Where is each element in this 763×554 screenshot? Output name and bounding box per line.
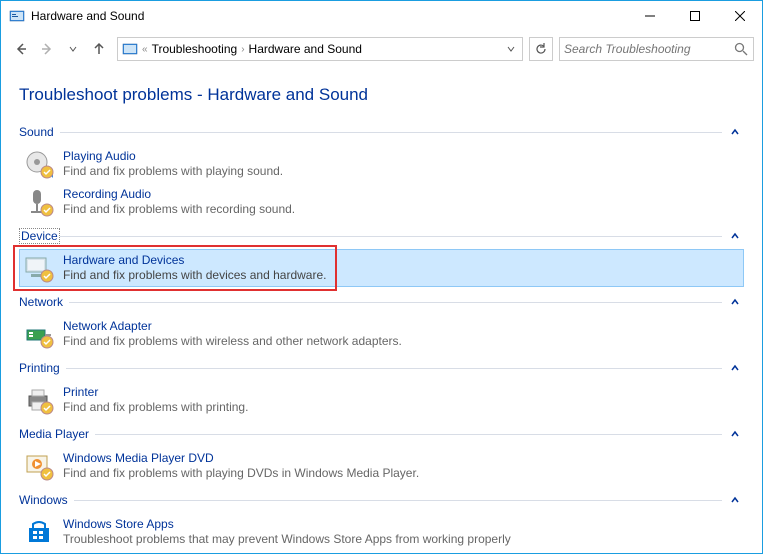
divider — [95, 434, 722, 435]
breadcrumb-item[interactable]: Troubleshooting — [148, 42, 242, 56]
item-desc: Troubleshoot problems that may prevent W… — [63, 532, 511, 547]
section-label: Sound — [19, 125, 60, 139]
window-title: Hardware and Sound — [31, 9, 144, 23]
item-icon — [23, 318, 55, 350]
section-header[interactable]: Windows — [19, 491, 744, 509]
section-header[interactable]: Sound — [19, 123, 744, 141]
section-label: Media Player — [19, 427, 95, 441]
section: Media Player Windows Media Player DVDFind… — [19, 425, 744, 485]
chevron-up-icon[interactable] — [726, 359, 744, 377]
search-box[interactable] — [559, 37, 754, 61]
item-name: Windows Media Player DVD — [63, 450, 419, 466]
address-dropdown[interactable] — [502, 38, 520, 60]
section: Printing PrinterFind and fix problems wit… — [19, 359, 744, 419]
item-name: Hardware and Devices — [63, 252, 326, 268]
item-name: Printer — [63, 384, 248, 400]
section: Network Network AdapterFind and fix probl… — [19, 293, 744, 353]
item-desc: Find and fix problems with playing sound… — [63, 164, 283, 179]
item-desc: Find and fix problems with playing DVDs … — [63, 466, 419, 481]
navbar: « Troubleshooting › Hardware and Sound — [1, 31, 762, 67]
item-desc: Find and fix problems with recording sou… — [63, 202, 295, 217]
titlebar: Hardware and Sound — [1, 1, 762, 31]
divider — [60, 132, 722, 133]
breadcrumb-item[interactable]: Hardware and Sound — [245, 42, 366, 56]
item-name: Playing Audio — [63, 148, 283, 164]
content-pane: Troubleshoot problems - Hardware and Sou… — [1, 67, 762, 553]
item-desc: Find and fix problems with wireless and … — [63, 334, 402, 349]
section: Windows Windows Store AppsTroubleshoot pr… — [19, 491, 744, 553]
troubleshooter-item[interactable]: Windows Media Player DVDFind and fix pro… — [19, 447, 744, 485]
section-header[interactable]: Network — [19, 293, 744, 311]
close-button[interactable] — [717, 1, 762, 31]
up-button[interactable] — [87, 37, 111, 61]
search-input[interactable] — [564, 42, 733, 56]
chevron-up-icon[interactable] — [726, 123, 744, 141]
chevron-up-icon[interactable] — [726, 227, 744, 245]
divider — [69, 302, 722, 303]
item-icon — [23, 252, 55, 284]
section-label: Network — [19, 295, 69, 309]
troubleshooter-item[interactable]: Recording AudioFind and fix problems wit… — [19, 183, 744, 221]
troubleshooter-item[interactable]: Background Intelligent Transfer Service — [19, 551, 744, 553]
page-title: Troubleshoot problems - Hardware and Sou… — [19, 85, 744, 105]
troubleshooter-item[interactable]: Network AdapterFind and fix problems wit… — [19, 315, 744, 353]
chevron-up-icon[interactable] — [726, 491, 744, 509]
section-label: Printing — [19, 361, 66, 375]
item-desc: Find and fix problems with devices and h… — [63, 268, 326, 283]
item-name: Recording Audio — [63, 186, 295, 202]
chevron-up-icon[interactable] — [726, 425, 744, 443]
section-header[interactable]: Media Player — [19, 425, 744, 443]
section-header[interactable]: Printing — [19, 359, 744, 377]
item-icon — [23, 450, 55, 482]
divider — [66, 368, 722, 369]
divider — [74, 500, 722, 501]
minimize-button[interactable] — [627, 1, 672, 31]
item-name: Network Adapter — [63, 318, 402, 334]
item-name: Windows Store Apps — [63, 516, 511, 532]
section: DeviceHardware and DevicesFind and fix p… — [19, 227, 744, 287]
troubleshooter-item[interactable]: Playing AudioFind and fix problems with … — [19, 145, 744, 183]
divider — [60, 236, 722, 237]
maximize-button[interactable] — [672, 1, 717, 31]
search-icon[interactable] — [733, 41, 749, 57]
section-label: Device — [19, 228, 60, 244]
item-icon — [23, 148, 55, 180]
item-icon — [23, 384, 55, 416]
troubleshooter-item[interactable]: Windows Store AppsTroubleshoot problems … — [19, 513, 744, 551]
control-panel-icon — [122, 41, 138, 57]
item-icon — [23, 186, 55, 218]
troubleshooter-item[interactable]: PrinterFind and fix problems with printi… — [19, 381, 744, 419]
address-bar[interactable]: « Troubleshooting › Hardware and Sound — [117, 37, 523, 61]
chevron-up-icon[interactable] — [726, 293, 744, 311]
item-desc: Find and fix problems with printing. — [63, 400, 248, 415]
section-label: Windows — [19, 493, 74, 507]
refresh-button[interactable] — [529, 37, 553, 61]
troubleshooter-item[interactable]: Hardware and DevicesFind and fix problem… — [19, 249, 744, 287]
forward-button[interactable] — [35, 37, 59, 61]
section-header[interactable]: Device — [19, 227, 744, 245]
control-panel-icon — [9, 8, 25, 24]
item-icon — [23, 516, 55, 548]
recent-dropdown[interactable] — [61, 37, 85, 61]
back-button[interactable] — [9, 37, 33, 61]
section: SoundPlaying AudioFind and fix problems … — [19, 123, 744, 221]
